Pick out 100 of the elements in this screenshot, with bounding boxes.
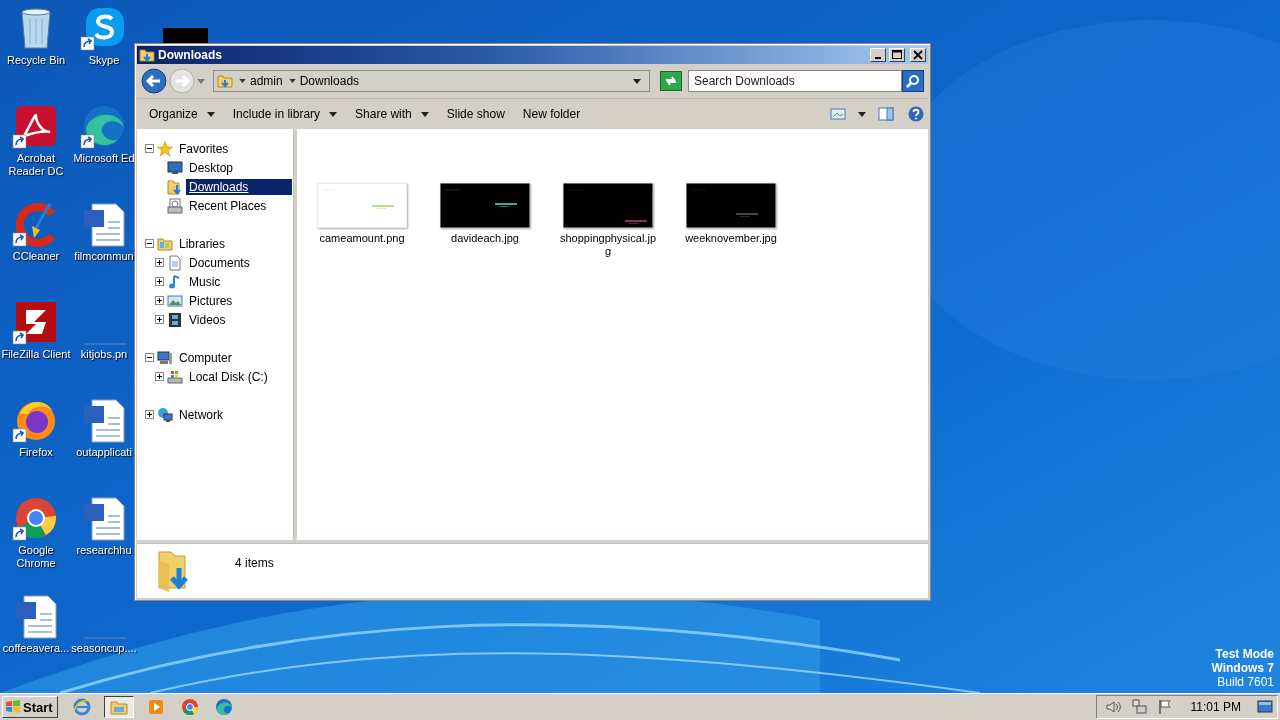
icon-label: Recycle Bin — [6, 54, 66, 67]
expand-icon[interactable] — [155, 315, 164, 324]
icon-label: kitjobs.pn — [80, 348, 128, 361]
nav-item[interactable]: Videos — [186, 311, 229, 328]
computer-icon — [157, 349, 173, 366]
document-icon — [167, 254, 183, 271]
explorer-taskbar-button[interactable] — [103, 696, 134, 718]
history-caret-icon[interactable] — [197, 78, 205, 84]
media-icon — [146, 698, 165, 716]
maximize-icon — [892, 50, 902, 60]
caret-icon — [420, 111, 429, 117]
toolbar-button[interactable]: Share with — [347, 104, 437, 124]
icon-label: outapplicati — [76, 446, 132, 459]
caret-icon[interactable] — [288, 79, 296, 83]
folder-icon — [217, 73, 233, 89]
clock[interactable]: 11:01 PM — [1190, 700, 1241, 714]
nav-item[interactable]: Desktop — [186, 159, 237, 176]
file-name[interactable]: cameamount.png — [312, 232, 412, 245]
file-name[interactable]: davideach.jpg — [435, 232, 535, 245]
nav-item[interactable]: Downloads — [186, 178, 292, 195]
icon-label: Microsoft Ed — [73, 152, 135, 165]
nav-item[interactable]: Libraries — [176, 235, 229, 252]
caret-icon[interactable] — [858, 111, 866, 117]
os-info-text: Test Mode — [1215, 647, 1274, 661]
nav-item[interactable]: Pictures — [186, 292, 236, 309]
nav-item[interactable]: Local Disk (C:) — [186, 368, 271, 385]
nav-item[interactable]: Network — [176, 406, 226, 423]
collapse-icon[interactable] — [145, 353, 154, 362]
icon-label: Google Chrome — [15, 544, 57, 570]
collapse-icon[interactable] — [145, 239, 154, 248]
recent-icon — [167, 197, 183, 214]
expand-icon[interactable] — [155, 277, 164, 286]
toolbar-button[interactable]: New folder — [514, 104, 589, 124]
search-field[interactable]: Search Downloads — [688, 70, 902, 92]
item-count: 4 items — [235, 556, 274, 570]
icon-label: CCleaner — [12, 250, 60, 263]
icon-label: Acrobat Reader DC — [7, 152, 65, 178]
toolbar-button[interactable]: Slide show — [438, 104, 513, 124]
disk-icon — [167, 368, 183, 385]
explorer-icon — [109, 698, 128, 716]
breadcrumb[interactable]: Downloads — [299, 74, 360, 88]
flag-icon[interactable] — [1156, 699, 1173, 715]
caret-icon[interactable] — [633, 78, 641, 84]
icon-label: FileZilla Client — [1, 348, 71, 361]
download-folder-icon — [167, 178, 183, 195]
nav-item[interactable]: Favorites — [176, 140, 232, 157]
os-info-text: Build 7601 — [1217, 675, 1274, 689]
toolbar-button[interactable]: Organize — [141, 104, 223, 124]
address-bar[interactable]: admin Downloads — [213, 70, 650, 92]
library-icon — [157, 235, 173, 252]
file-name[interactable]: weeknovember.jpg — [681, 232, 781, 245]
image-thumbnail — [163, 28, 208, 44]
chrome-icon — [180, 698, 199, 716]
edge-icon — [214, 698, 233, 716]
show-desktop-icon[interactable] — [1257, 699, 1273, 715]
expand-icon[interactable] — [145, 410, 154, 419]
view-icon[interactable] — [830, 106, 846, 122]
close-icon — [913, 50, 923, 60]
folder-icon — [139, 47, 155, 63]
nav-item[interactable]: Computer — [176, 349, 235, 366]
network-icon[interactable] — [1130, 699, 1147, 715]
toolbar-button[interactable]: Include in library — [224, 104, 346, 124]
maximize-button[interactable] — [889, 48, 905, 62]
start-button[interactable]: Start — [2, 696, 58, 718]
expand-icon[interactable] — [155, 296, 164, 305]
minimize-button[interactable] — [870, 48, 886, 62]
preview-pane-icon[interactable] — [878, 106, 894, 122]
nav-item[interactable]: Recent Places — [186, 197, 270, 214]
ie-icon — [72, 698, 91, 716]
pictures-icon — [167, 292, 183, 309]
refresh-icon — [664, 75, 678, 87]
network-icon — [157, 406, 173, 423]
search-button[interactable] — [902, 70, 924, 92]
speaker-icon[interactable] — [1104, 699, 1121, 715]
window-title: Downloads — [158, 48, 222, 62]
help-icon[interactable] — [908, 106, 924, 122]
refresh-button[interactable] — [660, 71, 682, 91]
back-button[interactable] — [141, 68, 167, 94]
icon-label: researchhu — [76, 544, 132, 557]
star-icon — [157, 140, 173, 157]
icon-label: seasoncup.... — [71, 642, 137, 655]
file-name[interactable]: shoppingphysical.jpg — [558, 232, 658, 258]
desktop-icon — [167, 159, 183, 176]
search-icon — [906, 74, 920, 88]
caret-icon — [329, 111, 338, 117]
breadcrumb[interactable]: admin — [250, 74, 283, 88]
os-info-text: Windows 7 — [1211, 661, 1274, 675]
icon-label: Skype — [88, 54, 120, 67]
icon-label: coffeeavera... — [2, 642, 70, 655]
close-button[interactable] — [910, 48, 926, 62]
nav-item[interactable]: Music — [186, 273, 224, 290]
icon-label: Firefox — [19, 446, 53, 459]
caret-icon — [206, 111, 215, 117]
collapse-icon[interactable] — [145, 144, 154, 153]
expand-icon[interactable] — [155, 372, 164, 381]
windows-logo-icon — [5, 699, 21, 715]
caret-icon[interactable] — [239, 79, 246, 83]
nav-item[interactable]: Documents — [186, 254, 253, 271]
videos-icon — [167, 311, 183, 328]
expand-icon[interactable] — [155, 258, 164, 267]
